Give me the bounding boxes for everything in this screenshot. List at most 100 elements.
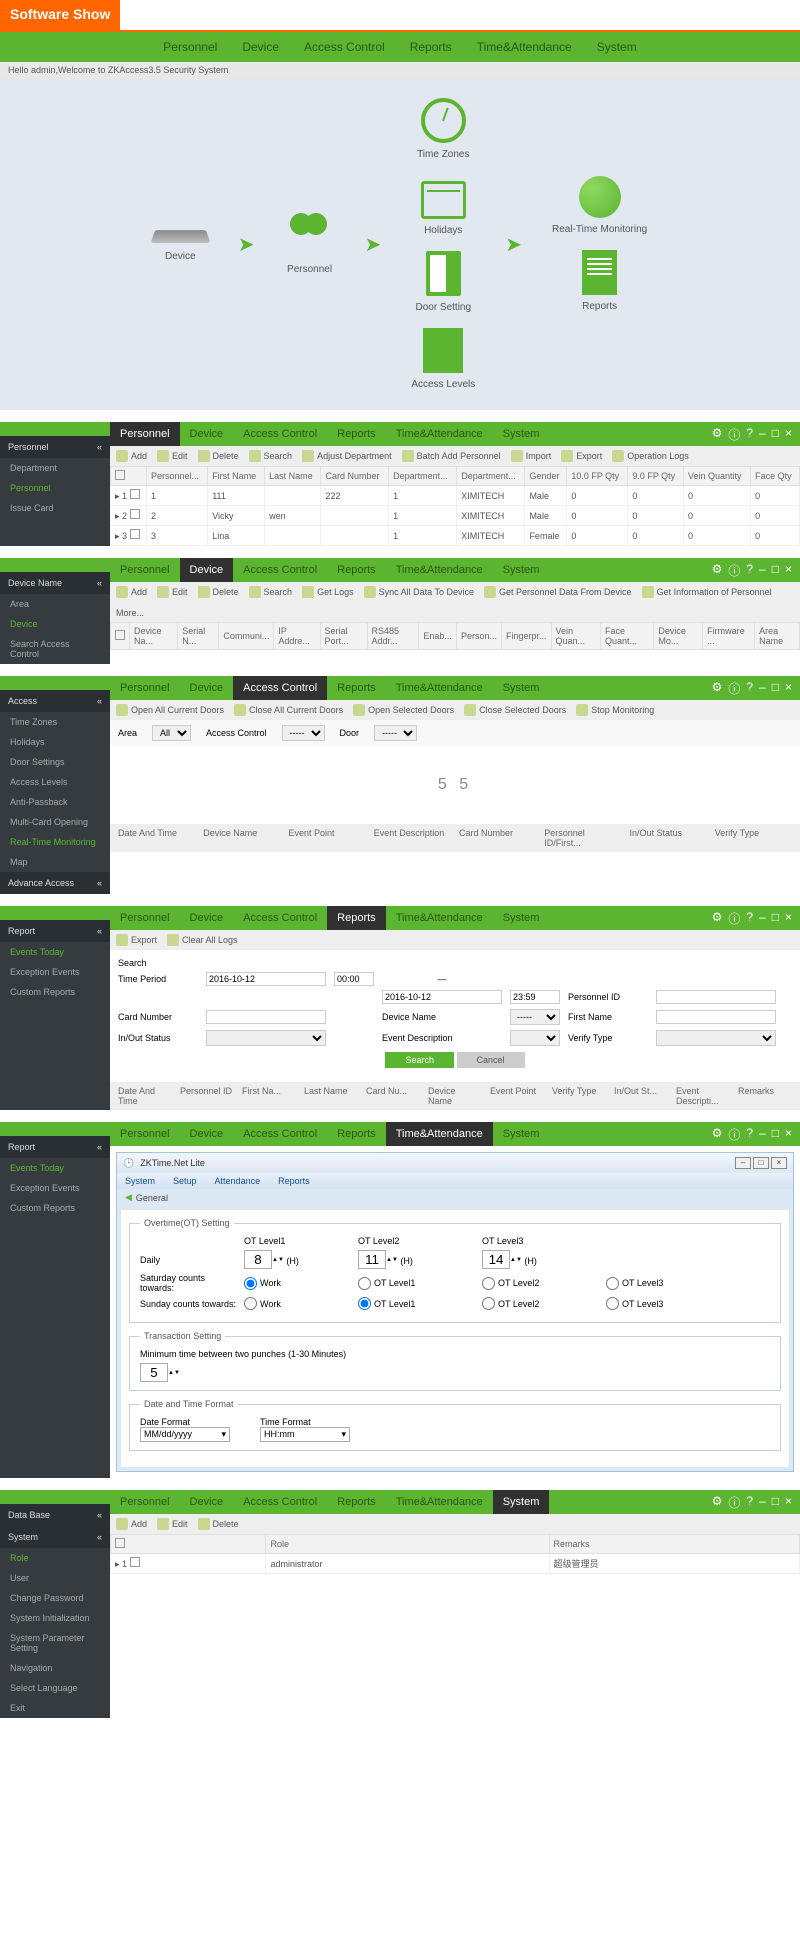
side-personnel[interactable]: Personnel (0, 478, 110, 498)
tab-access[interactable]: Access Control (233, 422, 327, 446)
time1-input[interactable] (334, 972, 374, 986)
side-area[interactable]: Area (0, 594, 110, 614)
tab-access[interactable]: Access Control (233, 1490, 327, 1514)
gear-icon[interactable]: ⚙ (712, 1494, 723, 1511)
getlogs-button[interactable]: Get Logs (302, 586, 354, 598)
import-button[interactable]: Import (511, 450, 552, 462)
side-holidays[interactable]: Holidays (0, 732, 110, 752)
getpersonnel-button[interactable]: Get Personnel Data From Device (484, 586, 632, 598)
help-icon[interactable]: ? (746, 680, 753, 697)
menu-setup[interactable]: Setup (173, 1176, 197, 1186)
tab-reports[interactable]: Reports (327, 906, 386, 930)
side-doorsettings[interactable]: Door Settings (0, 752, 110, 772)
tab-personnel[interactable]: Personnel (110, 1122, 180, 1146)
tab-system[interactable]: System (493, 906, 550, 930)
tab-device[interactable]: Device (180, 1122, 234, 1146)
vt-select[interactable] (656, 1030, 776, 1046)
sync-button[interactable]: Sync All Data To Device (364, 586, 474, 598)
side-exception[interactable]: Exception Events (0, 962, 110, 982)
tab-device[interactable]: Device (180, 906, 234, 930)
delete-button[interactable]: Delete (198, 1518, 239, 1530)
help-icon[interactable]: ? (746, 1126, 753, 1143)
close-icon[interactable]: × (785, 1126, 792, 1143)
tab-device[interactable]: Device (180, 1490, 234, 1514)
sat-ot1-radio[interactable] (358, 1277, 371, 1290)
minimize-icon[interactable]: – (759, 1494, 766, 1511)
side-accesslevels[interactable]: Access Levels (0, 772, 110, 792)
tf-select[interactable]: HH:mm▾ (260, 1427, 350, 1442)
menu-attendance[interactable]: Attendance (215, 1176, 261, 1186)
side-exit[interactable]: Exit (0, 1698, 110, 1718)
edit-button[interactable]: Edit (157, 1518, 188, 1530)
tab-system[interactable]: System (493, 1490, 550, 1514)
close-icon[interactable]: × (785, 910, 792, 927)
gear-icon[interactable]: ⚙ (712, 562, 723, 579)
side-custom[interactable]: Custom Reports (0, 1198, 110, 1218)
tab-ta[interactable]: Time&Attendance (386, 906, 493, 930)
close-icon[interactable]: × (785, 426, 792, 443)
time2-input[interactable] (510, 990, 560, 1004)
maximize-icon[interactable]: □ (772, 910, 779, 927)
close-sel-button[interactable]: Close Selected Doors (464, 704, 566, 716)
nav-personnel[interactable]: Personnel (163, 40, 217, 54)
ts-input[interactable] (140, 1363, 168, 1382)
side-role[interactable]: Role (0, 1548, 110, 1568)
add-button[interactable]: Add (116, 586, 147, 598)
side-group-access[interactable]: Access« (0, 690, 110, 712)
back-icon[interactable]: ◀ (125, 1192, 132, 1203)
help-icon[interactable]: ? (746, 910, 753, 927)
date2-input[interactable] (382, 990, 502, 1004)
side-multicard[interactable]: Multi-Card Opening (0, 812, 110, 832)
tab-reports[interactable]: Reports (327, 676, 386, 700)
tab-personnel[interactable]: Personnel (110, 676, 180, 700)
add-button[interactable]: Add (116, 450, 147, 462)
edit-button[interactable]: Edit (157, 450, 188, 462)
max-button[interactable]: □ (753, 1157, 769, 1169)
tab-personnel[interactable]: Personnel (110, 1490, 180, 1514)
tab-ta[interactable]: Time&Attendance (386, 558, 493, 582)
general-tab[interactable]: General (136, 1193, 168, 1203)
maximize-icon[interactable]: □ (772, 426, 779, 443)
side-group-advance[interactable]: Advance Access« (0, 872, 110, 894)
area-select[interactable]: All (152, 725, 191, 741)
dn-select[interactable]: ----- (510, 1009, 560, 1025)
info-icon[interactable]: ⓘ (728, 680, 740, 697)
tab-reports[interactable]: Reports (327, 1122, 386, 1146)
nav-reports[interactable]: Reports (410, 40, 452, 54)
gear-icon[interactable]: ⚙ (712, 426, 723, 443)
table-row[interactable]: ▸ 3 3Lina1XIMITECHFemale0000 (111, 526, 800, 546)
fn-input[interactable] (656, 1010, 776, 1024)
tab-ta[interactable]: Time&Attendance (386, 422, 493, 446)
tab-access[interactable]: Access Control (233, 1122, 327, 1146)
maximize-icon[interactable]: □ (772, 1126, 779, 1143)
tab-device[interactable]: Device (180, 676, 234, 700)
side-rtm[interactable]: Real-Time Monitoring (0, 832, 110, 852)
tab-ta[interactable]: Time&Attendance (386, 1490, 493, 1514)
ac-select[interactable]: ----- (282, 725, 325, 741)
export-button[interactable]: Export (116, 934, 157, 946)
side-changepw[interactable]: Change Password (0, 1588, 110, 1608)
tab-system[interactable]: System (493, 422, 550, 446)
ot1-input[interactable] (244, 1250, 272, 1269)
side-group-report[interactable]: Report« (0, 1136, 110, 1158)
tab-access[interactable]: Access Control (233, 676, 327, 700)
more-button[interactable]: More... (116, 608, 144, 618)
maximize-icon[interactable]: □ (772, 680, 779, 697)
side-param[interactable]: System Parameter Setting (0, 1628, 110, 1658)
minimize-icon[interactable]: – (759, 426, 766, 443)
side-antipassback[interactable]: Anti-Passback (0, 792, 110, 812)
tab-personnel[interactable]: Personnel (110, 558, 180, 582)
help-icon[interactable]: ? (746, 1494, 753, 1511)
tab-reports[interactable]: Reports (327, 422, 386, 446)
side-device[interactable]: Device (0, 614, 110, 634)
close-all-button[interactable]: Close All Current Doors (234, 704, 343, 716)
door-select[interactable]: ----- (374, 725, 417, 741)
side-map[interactable]: Map (0, 852, 110, 872)
tab-system[interactable]: System (493, 676, 550, 700)
search-button[interactable]: Search (385, 1052, 454, 1068)
close-icon[interactable]: × (785, 1494, 792, 1511)
date1-input[interactable] (206, 972, 326, 986)
min-button[interactable]: – (735, 1157, 751, 1169)
tab-reports[interactable]: Reports (327, 558, 386, 582)
maximize-icon[interactable]: □ (772, 1494, 779, 1511)
